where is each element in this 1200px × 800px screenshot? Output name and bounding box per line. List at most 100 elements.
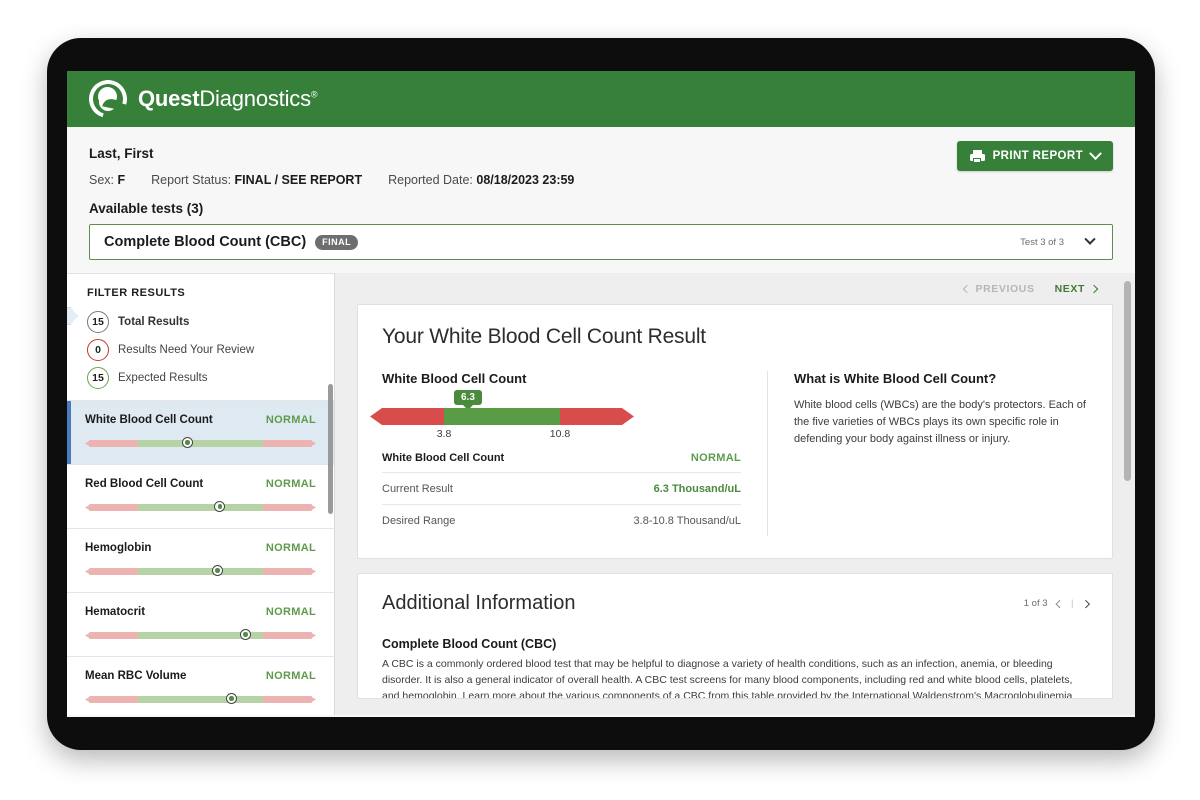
result-item-name: White Blood Cell Count [85, 414, 213, 426]
desired-range-label: Desired Range [382, 515, 455, 527]
desired-range-value: 3.8-10.8 Thousand/uL [634, 515, 741, 527]
chevron-left-icon[interactable] [1055, 600, 1063, 608]
filter-count-badge: 0 [87, 339, 109, 361]
result-item-name: Red Blood Cell Count [85, 478, 203, 490]
previous-button[interactable]: PREVIOUS [964, 283, 1035, 295]
main-scrollbar[interactable] [1124, 281, 1131, 481]
result-range-gauge: 6.3 3.8 10.8 [382, 408, 622, 444]
result-item-status: NORMAL [266, 542, 316, 554]
chevron-right-icon [1090, 284, 1098, 292]
result-item-gauge [85, 438, 316, 448]
measure-name: White Blood Cell Count [382, 371, 741, 386]
additional-information-body: A CBC is a commonly ordered blood test t… [382, 657, 1088, 699]
brand-name-bold: Quest [138, 86, 199, 111]
additional-information-pager: 1 of 3 | [1024, 598, 1088, 609]
filter-label: Expected Results [118, 372, 208, 384]
chevron-left-icon [962, 284, 970, 292]
report-status-field: Report Status: FINAL / SEE REPORT [151, 173, 362, 187]
reported-date-label: Reported Date: [388, 173, 473, 187]
current-result-row: Current Result 6.3 Thousand/uL [382, 472, 741, 504]
gauge-marker-icon [226, 693, 237, 704]
main-panel: PREVIOUS NEXT Your White Blood Cell Coun… [335, 273, 1135, 715]
chevron-right-icon[interactable] [1081, 600, 1089, 608]
filter-expected-results[interactable]: 15 Expected Results [67, 364, 334, 392]
selected-test-name: Complete Blood Count (CBC) [104, 234, 306, 250]
brand-title: QuestDiagnostics® [138, 86, 317, 112]
current-result-label: Current Result [382, 483, 453, 495]
result-explainer-column: What is White Blood Cell Count? White bl… [767, 371, 1088, 536]
result-item-gauge [85, 630, 316, 640]
sidebar-scrollbar[interactable] [328, 384, 333, 514]
printer-icon [970, 150, 985, 163]
explainer-body: White blood cells (WBCs) are the body's … [794, 397, 1088, 448]
next-label: NEXT [1055, 283, 1085, 295]
sex-field: Sex: F [89, 173, 125, 187]
previous-label: PREVIOUS [976, 283, 1035, 295]
reported-date-field: Reported Date: 08/18/2023 23:59 [388, 173, 574, 187]
sidebar-result-item[interactable]: Mean RBC Volume NORMAL [67, 656, 334, 715]
result-pagination: PREVIOUS NEXT [335, 273, 1135, 304]
print-report-label: PRINT REPORT [993, 150, 1083, 162]
content-area: FILTER RESULTS 15 Total Results 0 Result… [67, 273, 1135, 715]
print-report-button[interactable]: PRINT REPORT [957, 141, 1113, 171]
sidebar-result-item[interactable]: Hemoglobin NORMAL [67, 528, 334, 592]
test-counter: Test 3 of 3 [1020, 237, 1064, 248]
filter-count-badge: 15 [87, 311, 109, 333]
result-value-bubble: 6.3 [454, 390, 482, 405]
measure-summary-name: White Blood Cell Count [382, 452, 504, 464]
desired-range-row: Desired Range 3.8-10.8 Thousand/uL [382, 504, 741, 536]
sidebar-result-item[interactable]: White Blood Cell Count NORMAL [67, 400, 334, 464]
reported-date-value: 08/18/2023 23:59 [476, 173, 574, 187]
additional-information-title: Additional Information [382, 592, 1088, 615]
pager-counter: 1 of 3 [1024, 598, 1048, 609]
brand-header: QuestDiagnostics® [67, 71, 1135, 127]
pager-divider: | [1071, 598, 1073, 609]
test-status-badge: FINAL [315, 235, 358, 250]
result-item-gauge [85, 694, 316, 704]
explainer-title: What is White Blood Cell Count? [794, 371, 1088, 386]
quest-logo-icon [89, 80, 127, 118]
patient-header: Last, First Sex: F Report Status: FINAL … [67, 127, 1135, 216]
additional-information-text: A CBC is a commonly ordered blood test t… [382, 658, 1072, 699]
filter-count-badge: 15 [87, 367, 109, 389]
gauge-marker-icon [212, 565, 223, 576]
range-high-label: 10.8 [550, 428, 570, 440]
filter-label: Results Need Your Review [118, 344, 254, 356]
available-tests-heading: Available tests (3) [89, 201, 1113, 216]
result-item-status: NORMAL [266, 606, 316, 618]
next-button[interactable]: NEXT [1055, 283, 1097, 295]
brand-name-light: Diagnostics [199, 86, 311, 111]
report-status-label: Report Status: [151, 173, 231, 187]
filter-total-results[interactable]: 15 Total Results [67, 308, 334, 336]
chevron-down-icon[interactable] [1084, 234, 1095, 245]
chevron-down-icon [1089, 147, 1102, 160]
filter-results-title: FILTER RESULTS [67, 287, 334, 299]
filter-label: Total Results [118, 316, 189, 328]
filter-results-block: FILTER RESULTS 15 Total Results 0 Result… [67, 274, 334, 400]
range-low-label: 3.8 [437, 428, 452, 440]
gauge-marker-icon [240, 629, 251, 640]
patient-meta-row: Sex: F Report Status: FINAL / SEE REPORT… [89, 173, 1113, 187]
test-selector[interactable]: Complete Blood Count (CBC) FINAL Test 3 … [89, 224, 1113, 260]
report-status-value: FINAL / SEE REPORT [235, 173, 363, 187]
result-measurement-column: White Blood Cell Count 6.3 3.8 10.8 [382, 371, 767, 536]
additional-information-subtitle: Complete Blood Count (CBC) [382, 637, 1088, 651]
measure-status-badge: NORMAL [691, 452, 741, 464]
filter-needs-review[interactable]: 0 Results Need Your Review [67, 336, 334, 364]
result-item-status: NORMAL [266, 414, 316, 426]
result-item-status: NORMAL [266, 670, 316, 682]
gauge-marker-icon [182, 437, 193, 448]
sidebar-result-item[interactable]: Hematocrit NORMAL [67, 592, 334, 656]
result-item-name: Hemoglobin [85, 542, 151, 554]
result-title: Your White Blood Cell Count Result [382, 325, 1088, 349]
sex-value: F [118, 173, 126, 187]
app-screen: QuestDiagnostics® Last, First Sex: F Rep… [67, 71, 1135, 717]
sidebar-result-item[interactable]: Red Blood Cell Count NORMAL [67, 464, 334, 528]
current-result-value: 6.3 Thousand/uL [654, 483, 741, 495]
result-item-status: NORMAL [266, 478, 316, 490]
result-card: Your White Blood Cell Count Result White… [357, 304, 1113, 559]
measure-summary-header: White Blood Cell Count NORMAL [382, 452, 741, 472]
result-item-gauge [85, 502, 316, 512]
result-item-gauge [85, 566, 316, 576]
brand-trademark: ® [311, 90, 317, 100]
